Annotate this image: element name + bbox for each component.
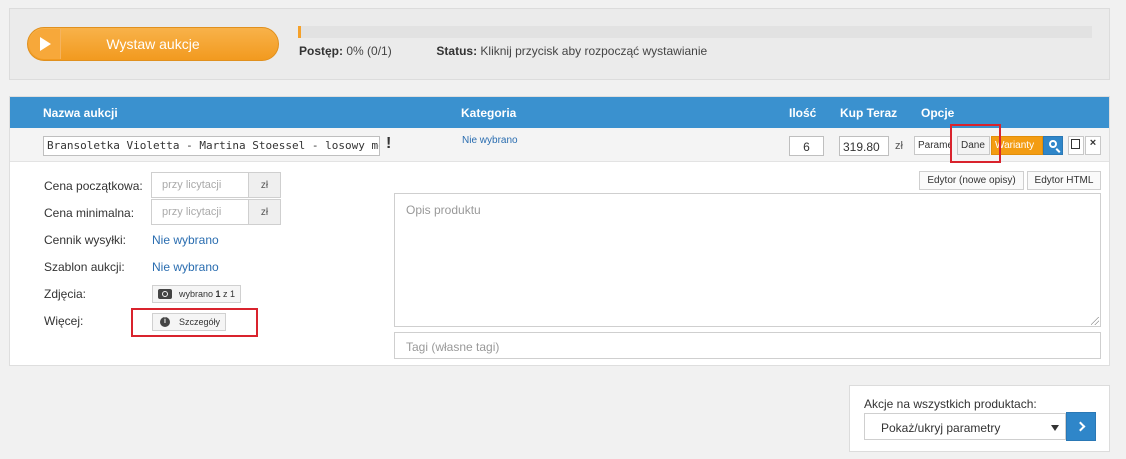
start-price-currency: zł [249,172,281,198]
details-button-label: Szczegóły [179,317,221,327]
min-price-input[interactable]: przy licytacji [151,199,249,225]
info-icon: i [160,317,170,327]
chevron-right-icon [1075,421,1086,432]
header-name: Nazwa aukcji [43,106,118,120]
tags-input[interactable]: Tagi (własne tagi) [394,332,1101,359]
category-link[interactable]: Nie wybrano [462,135,518,146]
min-price-label: Cena minimalna: [44,206,135,220]
resize-handle[interactable] [1091,317,1099,325]
progress-bar [298,26,1092,38]
more-label: Więcej: [44,314,84,328]
auction-name-input[interactable]: Bransoletka Violetta - Martina Stoessel … [43,136,380,156]
copy-icon [1071,139,1080,149]
details-button[interactable]: i Szczegóły [152,313,227,331]
start-price-input[interactable]: przy licytacji [151,172,249,198]
search-icon [1049,140,1057,148]
photos-button-pre: wybrano [179,289,216,299]
progress-label: Postęp: [299,44,344,58]
shipping-link[interactable]: Nie wybrano [152,233,219,247]
parameters-button[interactable]: Parametry [914,136,951,155]
progress-value: 0% (0/1) [346,44,392,58]
table-row: Bransoletka Violetta - Martina Stoessel … [10,128,1109,162]
photos-button-post: z 1 [220,289,236,299]
description-placeholder: Opis produktu [406,203,481,217]
photos-label: Zdjęcia: [44,287,87,301]
status-value: Kliknij przycisk aby rozpocząć wystawian… [480,44,708,58]
bulk-actions-selected: Pokaż/ukryj parametry [881,421,1001,435]
start-listing-button[interactable]: Wystaw aukcje [27,27,279,61]
shipping-label: Cennik wysyłki: [44,233,127,247]
data-button[interactable]: Dane [957,136,990,155]
quantity-input[interactable]: 6 [789,136,824,156]
currency-label: zł [895,140,903,152]
variants-button[interactable]: Warianty [991,136,1043,155]
search-button[interactable] [1043,136,1063,155]
bulk-actions-select[interactable]: Pokaż/ukryj parametry [864,413,1066,440]
buy-now-price-input[interactable]: 319.80 [839,136,889,156]
status-label: Status: [436,44,478,58]
publish-panel: Wystaw aukcje Postęp: 0% (0/1) Status: K… [9,8,1110,80]
progress-cap [298,26,301,38]
start-listing-label: Wystaw aukcje [106,36,200,52]
bulk-actions-panel: Akcje na wszystkich produktach: Pokaż/uk… [849,385,1110,452]
header-qty: Ilość [789,106,817,120]
description-textarea[interactable]: Opis produktu [394,193,1101,327]
camera-icon [158,289,172,299]
progress-status-line: Postęp: 0% (0/1) Status: Kliknij przycis… [299,44,707,58]
header-category: Kategoria [461,106,517,120]
copy-button[interactable] [1068,136,1084,155]
close-icon: × [1089,137,1097,149]
header-buy-now: Kup Teraz [840,106,898,120]
auction-table: Nazwa aukcji Kategoria Ilość Kup Teraz O… [9,96,1110,366]
chevron-down-icon [1051,425,1059,431]
header-options: Opcje [921,106,955,120]
editor-new-button[interactable]: Edytor (nowe opisy) [919,171,1024,190]
warning-icon: ! [386,135,392,152]
editor-html-button[interactable]: Edytor HTML [1027,171,1101,190]
remove-button[interactable]: × [1085,136,1101,155]
start-price-label: Cena początkowa: [44,179,143,193]
min-price-currency: zł [249,199,281,225]
template-link[interactable]: Nie wybrano [152,260,219,274]
bulk-actions-go-button[interactable] [1066,412,1096,441]
photos-button[interactable]: wybrano 1 z 1 [152,285,242,303]
table-header: Nazwa aukcji Kategoria Ilość Kup Teraz O… [10,97,1109,128]
template-label: Szablon aukcji: [44,260,125,274]
bulk-actions-label: Akcje na wszystkich produktach: [864,397,1037,411]
